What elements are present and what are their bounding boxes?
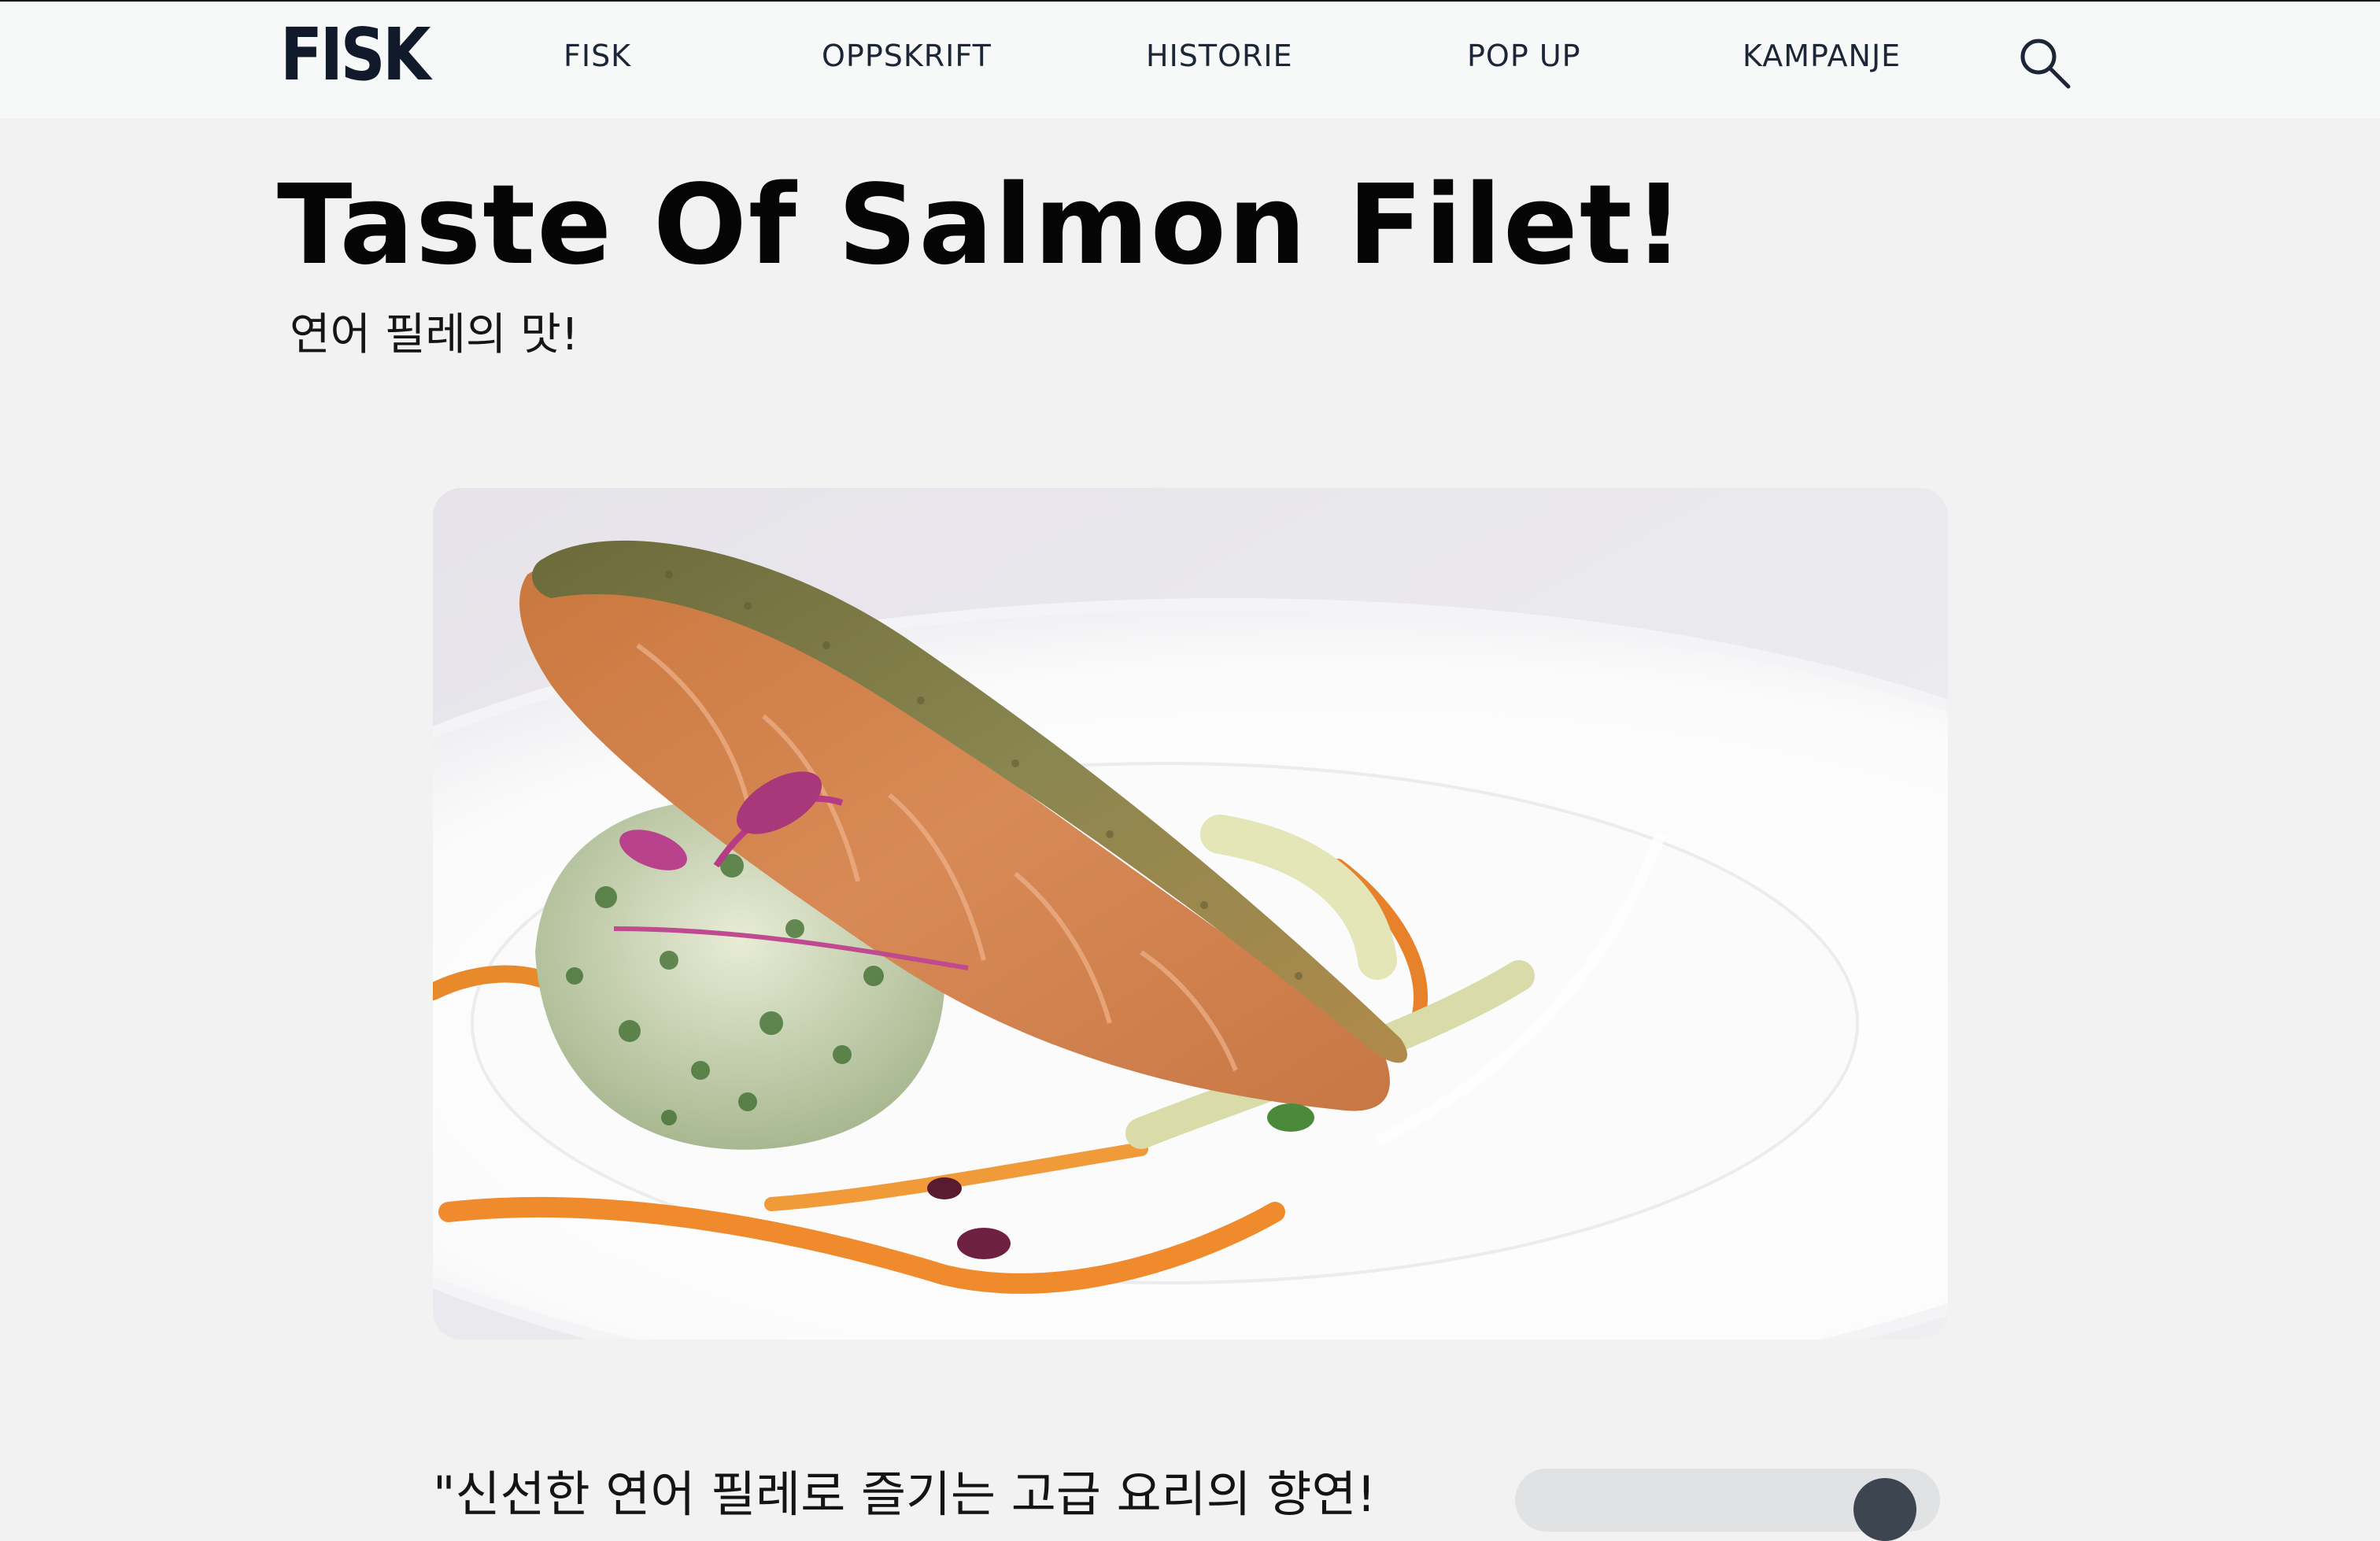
top-navigation-bar: FISK FISK OPPSKRIFT HISTORIE POP UP KAMP… xyxy=(0,0,2380,118)
hero-salmon-image xyxy=(433,488,1948,1340)
nav-link-historie[interactable]: HISTORIE xyxy=(1146,41,1293,71)
page-subtitle: 연어 필레의 맛! xyxy=(290,309,579,360)
floating-action-pill[interactable] xyxy=(1515,1469,1940,1541)
nav-link-fisk[interactable]: FISK xyxy=(564,41,631,71)
floating-pill-knob[interactable] xyxy=(1853,1478,1916,1541)
intro-quote: "신선한 연어 필레로 즐기는 고급 요리의 향연! xyxy=(433,1465,1377,1523)
search-icon[interactable] xyxy=(2016,35,2073,91)
nav-link-pop-up[interactable]: POP UP xyxy=(1467,41,1581,71)
page-title: Taste Of Salmon Filet! xyxy=(277,161,1686,290)
fisk-logo[interactable]: FISK xyxy=(280,19,431,91)
nav-link-oppskrift[interactable]: OPPSKRIFT xyxy=(822,41,992,71)
nav-link-kampanje[interactable]: KAMPANJE xyxy=(1743,41,1901,71)
